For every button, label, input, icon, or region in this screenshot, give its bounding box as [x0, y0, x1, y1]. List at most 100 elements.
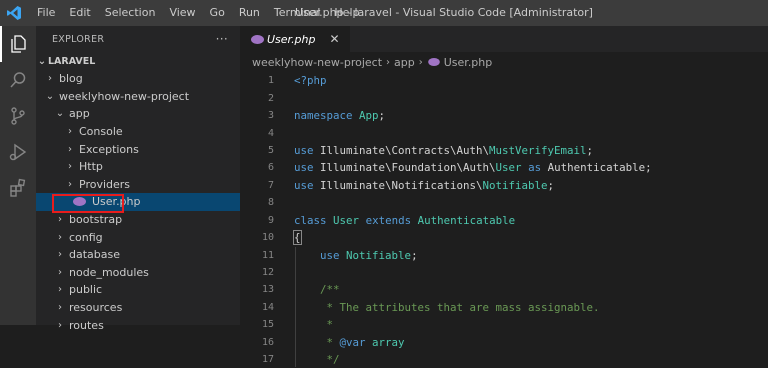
menu-help[interactable]: Help [327, 0, 366, 26]
chevron-right-icon: › [58, 319, 62, 331]
line-content: /** [274, 283, 340, 296]
files-icon[interactable] [0, 26, 36, 62]
source-control-icon[interactable] [0, 98, 36, 134]
code-line: 13 /** [240, 281, 768, 298]
code-token: use [320, 248, 340, 262]
tree-folder-blog[interactable]: › blog [36, 70, 240, 88]
code-token: /** [294, 283, 340, 297]
chevron-down-icon: ⌄ [37, 55, 47, 67]
extensions-icon[interactable] [0, 170, 36, 206]
tree-folder-node-modules[interactable]: › node_modules [36, 264, 240, 282]
code-token: ; [547, 178, 555, 192]
code-token: use [294, 161, 314, 175]
chevron-right-icon: › [58, 302, 62, 314]
code-token: ; [411, 248, 418, 262]
line-number: 11 [261, 249, 274, 261]
title-bar: File Edit Selection View Go Run Terminal Help U… [0, 0, 768, 26]
tree-label: routes [69, 318, 104, 332]
chevron-right-icon: › [58, 231, 62, 243]
menu-run[interactable]: Run [232, 0, 267, 26]
code-line: 11 use Notifiable; [240, 246, 768, 263]
vscode-logo-icon [4, 0, 24, 26]
tree-folder-database[interactable]: › database [36, 246, 240, 264]
code-token: User [495, 161, 522, 175]
code-token: use [294, 143, 314, 157]
code-line: 10 { [240, 229, 768, 246]
line-number: 16 [261, 336, 274, 348]
tree-folder-http[interactable]: › Http [36, 158, 240, 176]
menu-file[interactable]: File [30, 0, 62, 26]
code-token: * The attributes that are mass assignabl… [294, 300, 600, 314]
tab-user-php[interactable]: User.php ✕ [240, 26, 350, 52]
line-content: use Illuminate\Notifications\Notifiable; [274, 179, 554, 192]
breadcrumb-item[interactable]: User.php [444, 56, 493, 69]
line-number: 5 [267, 144, 274, 156]
line-number: 7 [267, 179, 274, 191]
code-line: 5 use Illuminate\Contracts\Auth\MustVerif… [240, 142, 768, 159]
code-line: 14 * The attributes that are mass assign… [240, 299, 768, 316]
tree-label: database [69, 248, 120, 262]
tree-folder-app[interactable]: ⌄ app [36, 105, 240, 123]
workspace-section[interactable]: ⌄ LARAVEL [36, 52, 240, 70]
tab-bar: User.php ✕ [240, 26, 768, 52]
close-icon[interactable]: ✕ [330, 32, 340, 46]
line-content: */ [274, 353, 340, 366]
code-token: @var [339, 335, 366, 349]
line-number: 12 [261, 267, 274, 279]
line-content: namespace App; [274, 109, 385, 122]
chevron-down-icon: ⌄ [45, 90, 55, 102]
more-actions-icon[interactable]: ··· [216, 32, 228, 46]
menu-selection[interactable]: Selection [98, 0, 163, 26]
tree-folder-config[interactable]: › config [36, 228, 240, 246]
search-icon[interactable] [0, 62, 36, 98]
menu-terminal[interactable]: Terminal [267, 0, 328, 26]
code-line: 1 <?php [240, 72, 768, 89]
menu-edit[interactable]: Edit [62, 0, 97, 26]
tree-folder-bootstrap[interactable]: › bootstrap [36, 211, 240, 229]
chevron-right-icon: › [418, 56, 423, 68]
code-area[interactable]: 1 <?php 2 3 namespace App; 4 5 use Illuminate\C… [240, 72, 768, 368]
line-number: 10 [261, 232, 274, 244]
chevron-right-icon: › [68, 126, 72, 138]
chevron-right-icon: › [68, 178, 72, 190]
tree-folder-public[interactable]: › public [36, 281, 240, 299]
tree-folder-routes[interactable]: › routes [36, 316, 240, 334]
tree-label: Exceptions [79, 142, 139, 156]
tree-folder-console[interactable]: › Console [36, 123, 240, 141]
chevron-right-icon: › [58, 266, 62, 278]
php-file-icon [250, 34, 264, 44]
code-token: Illuminate\Contracts\Auth\ [313, 143, 490, 157]
breadcrumb: weeklyhow-new-project › app › User.php [240, 52, 768, 72]
tree-folder-weeklyhow-new-project[interactable]: ⌄ weeklyhow-new-project [36, 88, 240, 106]
code-line: 7 use Illuminate\Notifications\Notifiable… [240, 177, 768, 194]
line-number: 9 [267, 214, 274, 226]
code-line: 8 [240, 194, 768, 211]
code-line: 9 class User extends Authenticatable [240, 212, 768, 229]
breadcrumb-item[interactable]: app [394, 56, 415, 69]
line-number: 3 [267, 110, 274, 122]
code-token: User [333, 213, 360, 227]
line-content: class User extends Authenticatable [274, 214, 515, 227]
breadcrumb-item[interactable]: weeklyhow-new-project [252, 56, 382, 69]
code-token: Authenticatable; [541, 161, 652, 175]
menu-view[interactable]: View [162, 0, 202, 26]
code-line: 12 [240, 264, 768, 281]
code-token: Notifiable [346, 248, 412, 262]
tree-folder-exceptions[interactable]: › Exceptions [36, 140, 240, 158]
explorer-title: EXPLORER [52, 33, 105, 45]
code-token: { [293, 230, 302, 246]
explorer-sidebar: EXPLORER ··· ⌄ LARAVEL › blog ⌄ weeklyhow-n… [36, 26, 240, 332]
menu-go[interactable]: Go [203, 0, 232, 26]
tree-label: public [69, 283, 103, 297]
code-token: Illuminate\Notifications\ [313, 178, 483, 192]
tree-folder-providers[interactable]: › Providers [36, 176, 240, 194]
line-number: 6 [267, 162, 274, 174]
tree-label: weeklyhow-new-project [59, 89, 190, 103]
tree-folder-resources[interactable]: › resources [36, 299, 240, 317]
code-line: 16 * @var array [240, 334, 768, 351]
run-debug-icon[interactable] [0, 134, 36, 170]
tree-file-user-php[interactable]: User.php [36, 193, 240, 214]
code-token: Notifiable [482, 178, 548, 192]
chevron-right-icon: › [58, 249, 62, 261]
code-line: 4 [240, 124, 768, 141]
